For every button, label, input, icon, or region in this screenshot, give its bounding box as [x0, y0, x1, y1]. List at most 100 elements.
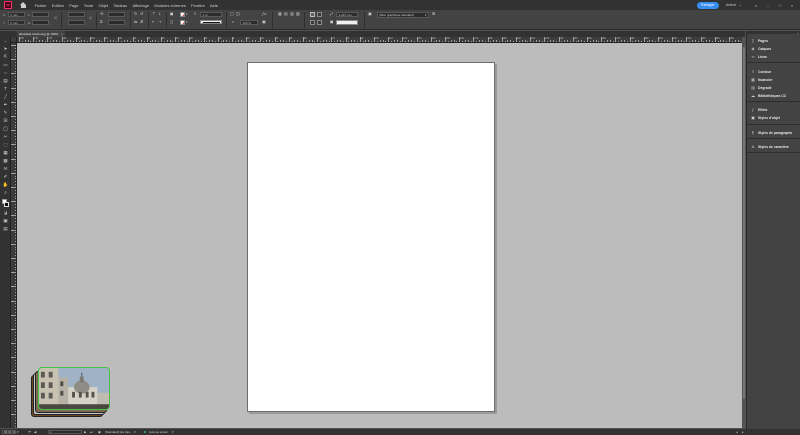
fill-icon[interactable]: ◼	[170, 12, 173, 16]
gap-tool-icon[interactable]: ⇔	[2, 70, 9, 77]
ellipse-tool-icon[interactable]: ◯	[2, 126, 9, 133]
document-page[interactable]	[247, 62, 495, 412]
corner-icon[interactable]: ◳	[236, 12, 240, 16]
eyedropper-tool-icon[interactable]: ✐	[2, 174, 9, 181]
object-style-dropdown[interactable]: [Bloc graphique standard] ▾	[377, 12, 429, 18]
selection-tool-icon[interactable]: ➤	[2, 46, 9, 53]
x-position-field[interactable]: 0 mm	[8, 12, 25, 17]
flip-horizontal-icon[interactable]: ⇋	[134, 20, 137, 24]
zoom-percent-field[interactable]: 100 %	[240, 20, 258, 25]
fx-icon[interactable]: ƒx	[262, 12, 266, 16]
panel-styles-caractere[interactable]: A Styles de caractère	[751, 144, 789, 150]
select-next-icon[interactable]: ⇢	[158, 20, 161, 24]
wrap-shape-icon[interactable]: ▥	[290, 12, 294, 16]
close-icon[interactable]: ×	[788, 0, 796, 10]
panel-contour[interactable]: ≡ Contour	[751, 69, 771, 75]
menu-fichier[interactable]: Fichier	[32, 3, 49, 8]
stroke-swatch[interactable]	[4, 202, 9, 207]
gradient-feather-tool-icon[interactable]: ▩	[2, 158, 9, 165]
menu-edition[interactable]: Edition	[49, 3, 66, 8]
menu-tableau[interactable]: Tableau	[111, 3, 130, 8]
menu-aide[interactable]: Aide	[207, 3, 220, 8]
select-container-icon[interactable]: ⇡	[152, 12, 155, 16]
hand-tool-icon[interactable]: ✋	[2, 182, 9, 189]
chevron-down-icon[interactable]: ▾	[172, 429, 174, 435]
menu-affichage[interactable]: Affichage	[130, 3, 152, 8]
stroke-type-dropdown[interactable]	[200, 20, 222, 24]
scroll-left-icon[interactable]: ◂	[736, 429, 738, 435]
pasteboard[interactable]	[17, 43, 742, 428]
clear-overrides-icon[interactable]: ⊞	[432, 12, 435, 16]
chevron-down-icon[interactable]: ▾	[134, 429, 136, 435]
offset-field[interactable]: 4,233 mm	[336, 12, 358, 17]
apply-color-icon[interactable]: ◪	[2, 210, 9, 217]
page-tool-icon[interactable]: ▭	[2, 62, 9, 69]
next-page-icon[interactable]: ▶	[84, 429, 86, 435]
gradient-tool-icon[interactable]: ▦	[2, 150, 9, 157]
chevron-down-icon[interactable]: ⌄	[739, 3, 742, 7]
chevron-down-icon[interactable]: ▾	[17, 429, 19, 435]
stroke-icon[interactable]: ◻	[170, 20, 173, 24]
rectangle-frame-tool-icon[interactable]: ☒	[2, 118, 9, 125]
rotate-ccw-icon[interactable]: ↺	[140, 12, 143, 16]
rotation-field[interactable]	[108, 12, 125, 17]
menu-fenetre[interactable]: Fenêtre	[188, 3, 207, 8]
zoom-level-field[interactable]: 96,61 %	[2, 429, 16, 435]
content-collector-icon[interactable]: ▤	[2, 78, 9, 85]
fill-swatch[interactable]	[180, 12, 185, 17]
zoom-tool-icon[interactable]: ⌕	[2, 190, 9, 197]
y-position-field[interactable]: 0 mm	[8, 20, 25, 25]
page-number-field[interactable]: 1	[48, 429, 82, 435]
scale-y-field[interactable]	[68, 20, 85, 25]
workspace-switcher[interactable]: Acteur	[726, 3, 736, 7]
panel-styles-paragraphe[interactable]: ¶ Styles de paragraphe	[751, 130, 792, 136]
flip-vertical-icon[interactable]: ⇵	[140, 20, 143, 24]
type-tool-icon[interactable]: T	[2, 86, 9, 93]
width-field[interactable]	[32, 12, 49, 17]
scale-x-field[interactable]	[68, 12, 85, 17]
menu-page[interactable]: Page	[67, 3, 82, 8]
link-icon[interactable]: ⊂	[89, 16, 92, 20]
menu-objet[interactable]: Objet	[96, 3, 111, 8]
panel-liens[interactable]: ∞ Liens	[751, 54, 767, 60]
fill-stroke-swatches[interactable]	[2, 199, 9, 208]
chevron-down-icon[interactable]: ▾	[186, 20, 188, 24]
select-previous-icon[interactable]: ⇠	[152, 20, 155, 24]
home-icon[interactable]	[20, 2, 26, 8]
pen-tool-icon[interactable]: ✒	[2, 102, 9, 109]
minimize-icon[interactable]: –	[764, 0, 772, 10]
last-page-icon[interactable]: ⏭	[90, 429, 93, 435]
menu-texte[interactable]: Texte	[81, 3, 96, 8]
effects-icon[interactable]: ▣	[262, 20, 266, 24]
panel-effets[interactable]: ƒ Effets	[751, 107, 768, 113]
panel-nuancier[interactable]: ▦ Nuancier	[751, 77, 772, 83]
base-style-label[interactable]: [Standard] (de trav...	[105, 429, 132, 435]
constrain-proportions-icon[interactable]: ⊂	[54, 16, 57, 20]
stroke-swatch[interactable]	[180, 20, 185, 25]
previous-page-icon[interactable]: ◀	[34, 429, 36, 435]
stroke-weight-field[interactable]: 1 pt	[200, 12, 222, 17]
dock-gripper[interactable]: «	[747, 31, 800, 35]
line-tool-icon[interactable]: ╱	[2, 94, 9, 101]
screen-mode-icon[interactable]: ▤	[2, 226, 9, 233]
note-tool-icon[interactable]: ✉	[2, 166, 9, 173]
maximize-icon[interactable]: □	[776, 0, 784, 10]
wrap-none-icon[interactable]: ▦	[278, 12, 282, 16]
shear-field[interactable]	[108, 20, 125, 25]
indesign-app-icon[interactable]: Id	[4, 1, 12, 9]
frame-icon[interactable]: ▢	[230, 12, 234, 16]
menu-modules-externes[interactable]: Modules externes	[152, 3, 189, 8]
collapse-panel-icon[interactable]: »	[2, 38, 9, 45]
object-style-icon[interactable]: ▣	[368, 12, 372, 16]
close-icon[interactable]: ×	[61, 32, 63, 36]
share-button[interactable]: Partager	[696, 1, 719, 9]
normal-mode-icon[interactable]: ▣	[2, 218, 9, 225]
align-center-button[interactable]	[317, 12, 322, 17]
panel-pages[interactable]: ▯ Pages	[751, 38, 768, 44]
wrap-jump-icon[interactable]: ▧	[296, 12, 300, 16]
scrollbar-thumb[interactable]	[742, 47, 746, 399]
panel-degrade[interactable]: ▤ Dégradé	[751, 85, 771, 91]
pencil-tool-icon[interactable]: ✎	[2, 110, 9, 117]
direct-selection-tool-icon[interactable]: ⇱	[2, 54, 9, 61]
align-right-button[interactable]	[317, 20, 322, 25]
